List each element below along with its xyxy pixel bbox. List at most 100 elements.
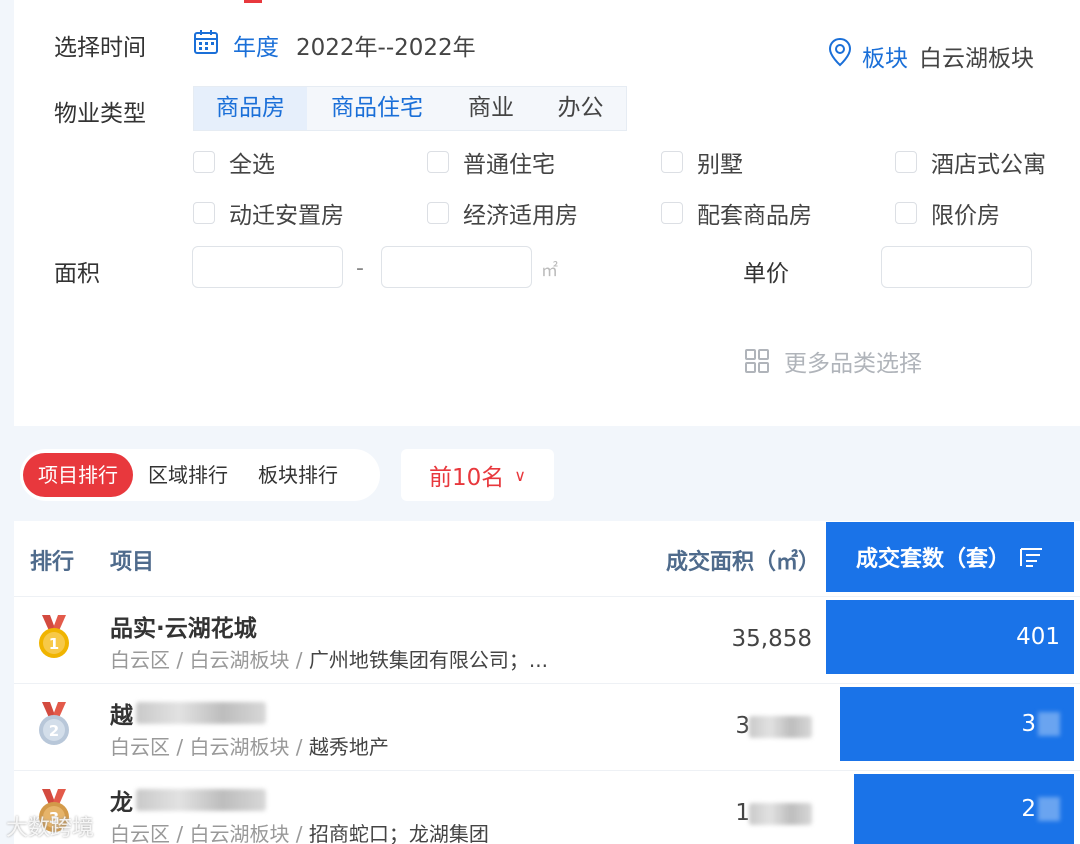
- grid-icon: [745, 349, 769, 373]
- time-range[interactable]: 2022年--2022年: [296, 28, 476, 62]
- tab-district-ranking[interactable]: 区域排行: [133, 453, 243, 497]
- header-units-sorted[interactable]: 成交套数（套）: [826, 522, 1074, 592]
- tab-commercial-housing[interactable]: 商品房: [194, 87, 307, 130]
- more-categories-label: 更多品类选择: [784, 351, 922, 377]
- checkbox-box[interactable]: [427, 202, 449, 224]
- project-meta: 白云区 / 白云湖板块 / 越秀地产: [110, 735, 389, 759]
- ranking-table: 排行 项目 成交面积（㎡） 成交套数（套） 1 品实·云湖花城 白云区 / 白云…: [14, 521, 1080, 844]
- checkbox-box[interactable]: [193, 151, 215, 173]
- calendar-icon[interactable]: [193, 29, 219, 55]
- deal-area: 1: [735, 800, 750, 826]
- checkbox-box[interactable]: [661, 151, 683, 173]
- checkbox-relocation-housing[interactable]: 动迁安置房: [193, 196, 344, 230]
- checkbox-label: 全选: [229, 152, 275, 178]
- area-max-input[interactable]: [381, 246, 532, 288]
- checkbox-affordable-housing[interactable]: 经济适用房: [427, 196, 578, 230]
- checkbox-label: 普通住宅: [463, 152, 555, 178]
- checkbox-label: 酒店式公寓: [931, 152, 1046, 178]
- table-row[interactable]: 3 龙 白云区 / 白云湖板块 / 招商蛇口；龙湖集团 1 2: [14, 773, 1080, 844]
- checkbox-supporting-housing[interactable]: 配套商品房: [661, 196, 812, 230]
- active-tab-indicator: [244, 0, 262, 3]
- deal-area: 35,858: [731, 626, 812, 652]
- redacted-text: [136, 789, 266, 811]
- checkbox-label: 动迁安置房: [229, 203, 344, 229]
- project-meta: 白云区 / 白云湖板块 / 广州地铁集团有限公司；...: [110, 648, 548, 672]
- table-row[interactable]: 1 品实·云湖花城 白云区 / 白云湖板块 / 广州地铁集团有限公司；... 3…: [14, 599, 1080, 679]
- property-type-tabs: 商品房 商品住宅 商业 办公: [193, 86, 627, 131]
- project-block: 白云湖板块: [189, 648, 290, 672]
- row-divider: [14, 596, 1080, 597]
- svg-text:1: 1: [49, 635, 59, 653]
- project-block: 白云湖板块: [189, 735, 290, 759]
- row-divider: [14, 683, 1080, 684]
- tab-office[interactable]: 办公: [535, 87, 626, 130]
- checkbox-box[interactable]: [427, 151, 449, 173]
- units-value: 2: [1021, 796, 1036, 822]
- checkbox-ordinary-residential[interactable]: 普通住宅: [427, 145, 555, 179]
- area-label: 面积: [54, 261, 100, 287]
- redacted-text: [749, 803, 812, 825]
- silver-medal-icon: 2: [39, 702, 69, 745]
- checkbox-select-all[interactable]: 全选: [193, 145, 275, 179]
- ranking-tabs: 项目排行 区域排行 板块排行: [20, 449, 380, 501]
- header-area[interactable]: 成交面积（㎡）: [666, 544, 820, 576]
- location-pin-icon: [828, 37, 852, 67]
- project-name[interactable]: 品实·云湖花城: [110, 609, 257, 643]
- header-project: 项目: [110, 550, 155, 575]
- table-row[interactable]: 2 越 白云区 / 白云湖板块 / 越秀地产 3 3: [14, 686, 1080, 766]
- checkbox-box[interactable]: [661, 202, 683, 224]
- checkbox-box[interactable]: [193, 202, 215, 224]
- sort-descending-icon: [1020, 548, 1042, 567]
- project-name[interactable]: 龙: [110, 783, 133, 817]
- units-bar: 3: [840, 687, 1074, 761]
- tab-project-ranking[interactable]: 项目排行: [23, 453, 133, 497]
- tab-commercial-residential[interactable]: 商品住宅: [307, 87, 447, 130]
- tab-business[interactable]: 商业: [447, 87, 535, 130]
- units-bar: 2: [854, 774, 1074, 844]
- time-mode-selector[interactable]: 年度: [233, 28, 279, 62]
- header-units-label: 成交套数（套）: [855, 547, 1010, 572]
- checkbox-box[interactable]: [895, 202, 917, 224]
- deal-area: 3: [735, 713, 750, 739]
- checkbox-label: 别墅: [697, 152, 743, 178]
- checkbox-box[interactable]: [895, 151, 917, 173]
- location-value[interactable]: 白云湖板块: [919, 39, 1034, 73]
- checkbox-serviced-apartment[interactable]: 酒店式公寓: [895, 145, 1046, 179]
- chevron-down-icon: ∨: [514, 465, 526, 485]
- location-label[interactable]: 板块: [862, 39, 908, 73]
- svg-text:2: 2: [49, 722, 59, 740]
- redacted-text: [749, 716, 812, 738]
- watermark: 大数跨境: [6, 816, 95, 841]
- area-min-input[interactable]: [192, 246, 343, 288]
- units-value: 401: [1016, 624, 1060, 650]
- project-developer: 广州地铁集团有限公司；...: [308, 648, 548, 672]
- project-district: 白云区: [110, 822, 170, 844]
- redacted-text: [1038, 712, 1060, 736]
- project-block: 白云湖板块: [189, 822, 290, 844]
- checkbox-label: 配套商品房: [697, 203, 812, 229]
- checkbox-label: 经济适用房: [463, 203, 578, 229]
- price-label: 单价: [743, 261, 789, 287]
- units-value: 3: [1021, 711, 1036, 737]
- more-categories-button[interactable]: 更多品类选择: [744, 344, 922, 378]
- checkbox-villa[interactable]: 别墅: [661, 145, 743, 179]
- area-unit: ㎡: [541, 261, 558, 281]
- top-n-label: 前10名: [429, 465, 505, 491]
- project-meta: 白云区 / 白云湖板块 / 招商蛇口；龙湖集团: [110, 822, 489, 844]
- property-type-label: 物业类型: [54, 101, 146, 127]
- area-separator: -: [356, 256, 364, 281]
- project-district: 白云区: [110, 735, 170, 759]
- row-divider: [14, 770, 1080, 771]
- units-bar: 401: [826, 600, 1074, 674]
- checkbox-price-capped-housing[interactable]: 限价房: [895, 196, 1000, 230]
- filter-panel: 选择时间 年度 2022年--2022年 板块 白云湖板块 物业类型 商品房 商…: [14, 0, 1080, 426]
- redacted-text: [136, 702, 266, 724]
- gold-medal-icon: 1: [39, 615, 69, 658]
- project-developer: 招商蛇口；龙湖集团: [308, 822, 489, 844]
- project-developer: 越秀地产: [308, 735, 389, 759]
- project-name[interactable]: 越: [110, 696, 133, 730]
- tab-block-ranking[interactable]: 板块排行: [243, 453, 353, 497]
- top-n-dropdown[interactable]: 前10名 ∨: [401, 449, 554, 501]
- price-input[interactable]: [881, 246, 1032, 288]
- redacted-text: [1038, 797, 1060, 821]
